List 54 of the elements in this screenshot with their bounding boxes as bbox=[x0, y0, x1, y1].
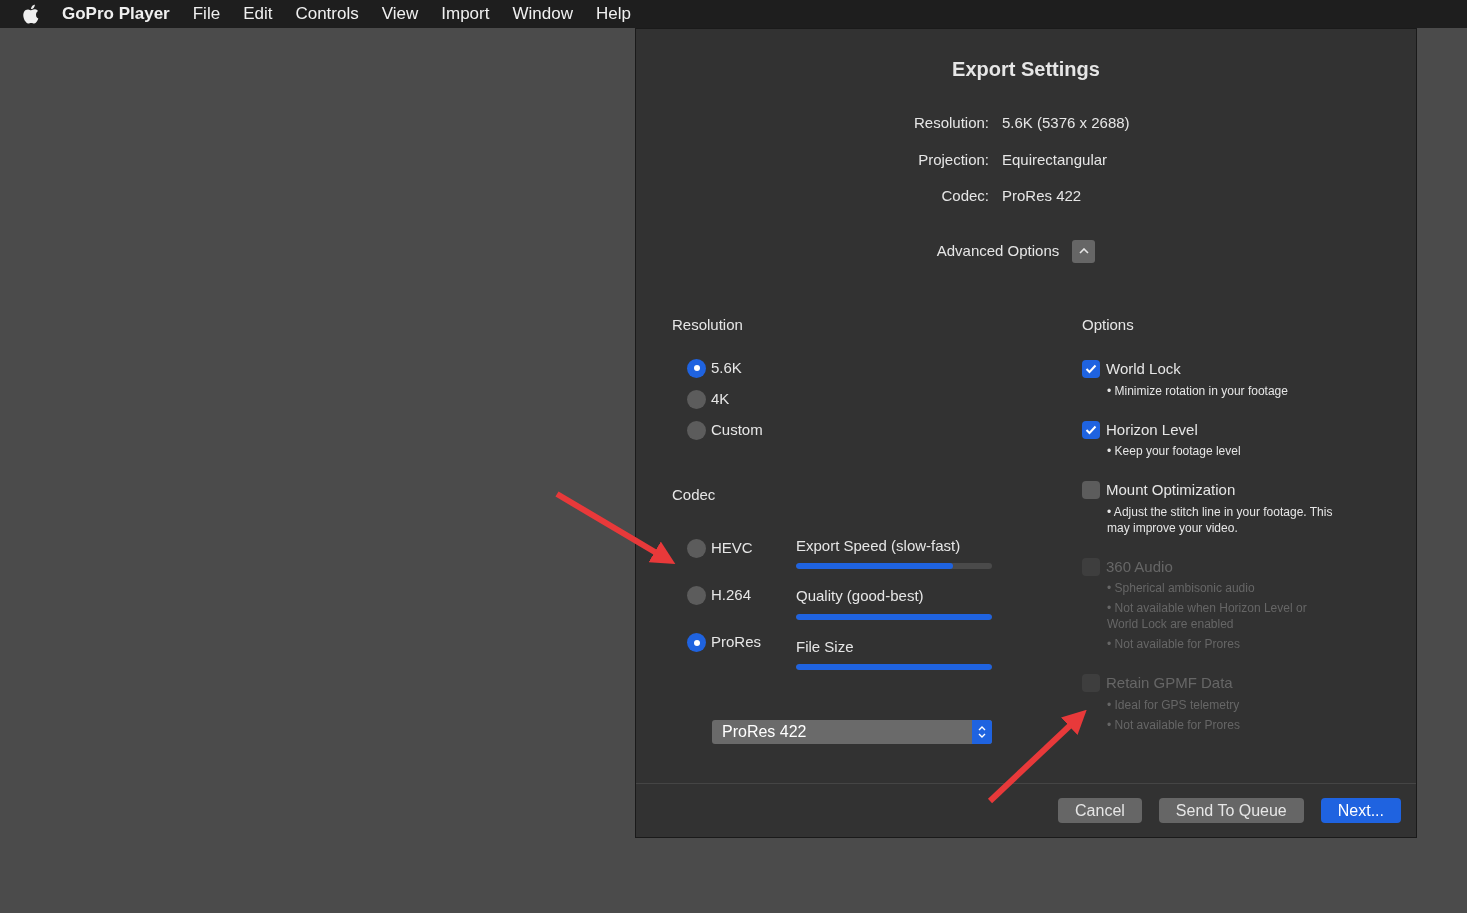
radio-button[interactable] bbox=[687, 420, 706, 440]
menu-item[interactable]: Edit bbox=[243, 1, 273, 27]
menu-item[interactable]: Controls bbox=[295, 1, 359, 27]
dialog-button[interactable]: Next... bbox=[1320, 798, 1401, 823]
section-heading: Codec bbox=[672, 485, 717, 505]
apple-logo-icon[interactable] bbox=[22, 4, 39, 24]
radio-label: HEVC bbox=[711, 538, 753, 559]
summary-label: Codec: bbox=[940, 186, 989, 206]
radio-label: Custom bbox=[711, 419, 763, 440]
disclosure-button[interactable] bbox=[1072, 239, 1096, 263]
menu-item[interactable]: View bbox=[381, 1, 419, 27]
option-label: Horizon Level bbox=[1106, 419, 1198, 440]
meter-label: Quality (good-best) bbox=[796, 586, 925, 606]
app-name-menu[interactable]: GoPro Player bbox=[62, 1, 170, 27]
meter-label: Export Speed (slow-fast) bbox=[796, 535, 962, 556]
summary-label: Resolution: bbox=[912, 113, 989, 133]
dialog-title: Export Settings bbox=[951, 57, 1101, 82]
chevron-icon bbox=[1078, 248, 1089, 254]
codec-select[interactable]: ProRes 422 bbox=[712, 720, 992, 744]
menu-item[interactable]: Help bbox=[595, 1, 631, 27]
radio-label: ProRes bbox=[711, 632, 762, 653]
radio-label: 4K bbox=[711, 388, 730, 409]
option-note: • Keep your footage level bbox=[1107, 443, 1242, 459]
section-heading: Options bbox=[1082, 314, 1135, 335]
radio-label: H.264 bbox=[711, 585, 752, 606]
option-note: • Minimize rotation in your footage bbox=[1107, 382, 1289, 399]
select-value: ProRes 422 bbox=[722, 722, 807, 742]
dialog-button[interactable]: Cancel bbox=[1058, 798, 1142, 823]
radio-button[interactable] bbox=[687, 633, 706, 652]
summary-value: 5.6K (5376 x 2688) bbox=[1002, 113, 1131, 133]
radio-button[interactable] bbox=[687, 586, 706, 605]
section-heading: Resolution bbox=[672, 314, 744, 335]
menu-item[interactable]: Window bbox=[512, 1, 573, 27]
checkbox[interactable] bbox=[1082, 360, 1100, 379]
radio-label: 5.6K bbox=[711, 357, 742, 378]
menu-item[interactable]: Import bbox=[441, 1, 490, 27]
checkbox[interactable] bbox=[1082, 420, 1100, 439]
advanced-options-label: Advanced Options bbox=[936, 240, 1060, 261]
summary-value: Equirectangular bbox=[1002, 149, 1109, 170]
meter-label: File Size bbox=[796, 636, 855, 657]
radio-button[interactable] bbox=[687, 389, 706, 409]
option-label: World Lock bbox=[1106, 359, 1181, 379]
radio-button[interactable] bbox=[687, 539, 706, 558]
summary-label: Projection: bbox=[917, 149, 989, 170]
dialog-button[interactable]: Send To Queue bbox=[1158, 798, 1304, 823]
menu-item[interactable]: File bbox=[192, 1, 221, 27]
checkmark-icon bbox=[1085, 364, 1097, 375]
radio-button[interactable] bbox=[687, 358, 706, 378]
summary-value: ProRes 422 bbox=[1002, 186, 1083, 206]
checkbox[interactable] bbox=[1082, 481, 1100, 500]
stepper-icon bbox=[978, 725, 986, 739]
checkmark-icon bbox=[1085, 424, 1097, 435]
option-note: • Adjust the stitch line in your footage. This may improve your video. bbox=[1107, 503, 1334, 536]
option-label: Mount Optimization bbox=[1106, 480, 1236, 500]
